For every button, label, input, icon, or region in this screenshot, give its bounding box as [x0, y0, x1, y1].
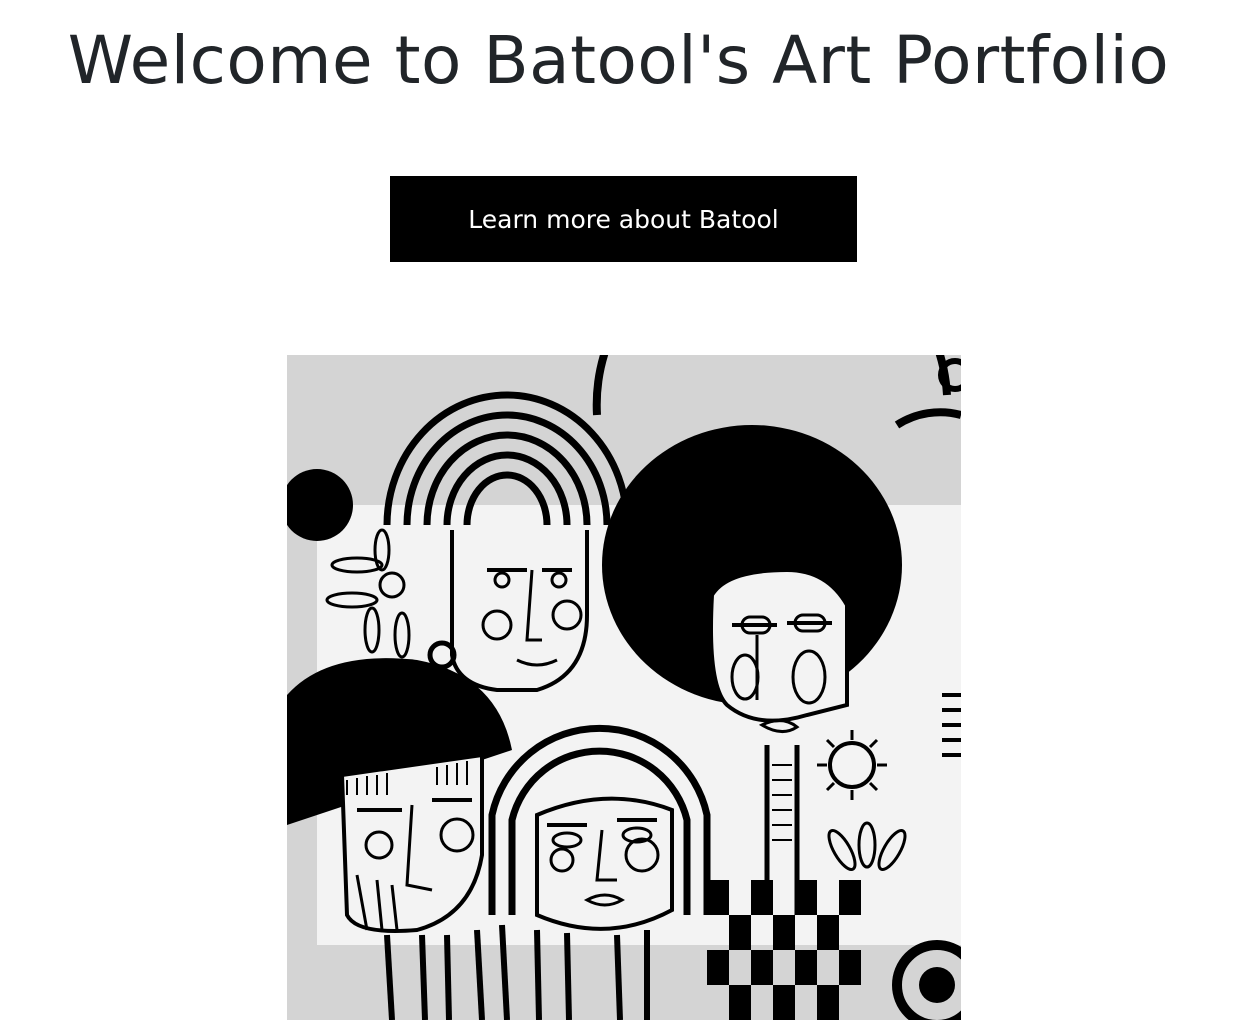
learn-more-button[interactable]: Learn more about Batool [390, 176, 857, 262]
portfolio-page: Welcome to Batool's Art Portfolio Learn … [0, 0, 1237, 1020]
page-title: Welcome to Batool's Art Portfolio [67, 22, 1170, 99]
artwork-illustration [287, 355, 961, 1020]
artwork-image [287, 355, 961, 1020]
